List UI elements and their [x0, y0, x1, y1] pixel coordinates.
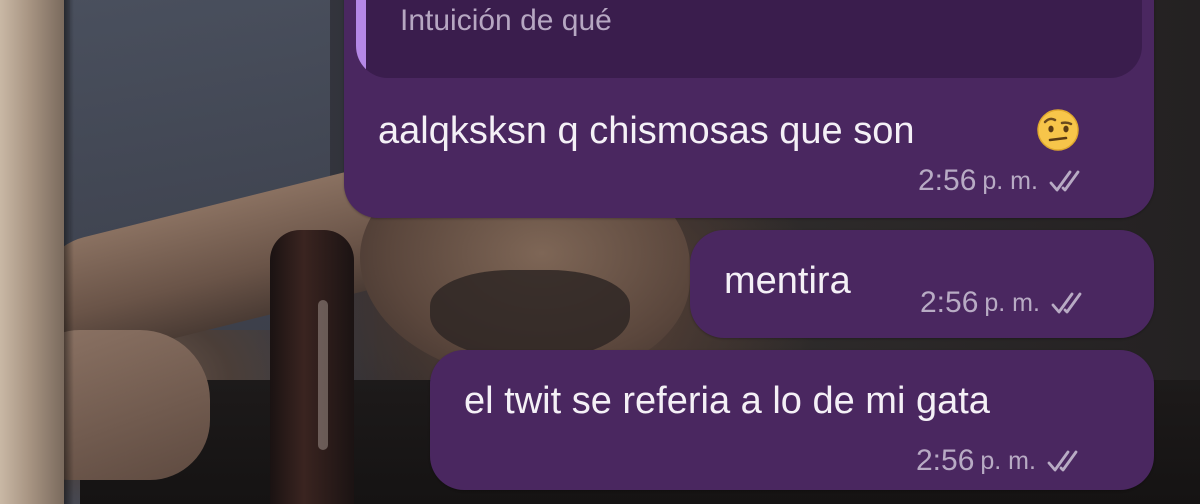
message-time: 2:56 — [918, 164, 977, 197]
outgoing-message-bubble[interactable]: el twit se referia a lo de mi gata 2:56 … — [430, 350, 1154, 490]
outgoing-message-bubble[interactable]: mentira 2:56 p. m. — [690, 230, 1154, 338]
read-double-check-icon — [1047, 450, 1078, 472]
message-meta: 2:56 p. m. — [916, 444, 1084, 478]
message-period: p. m. — [984, 288, 1040, 317]
message-text: mentira — [724, 260, 851, 302]
read-double-check-icon — [1051, 292, 1082, 314]
message-time: 2:56 — [920, 286, 979, 319]
message-meta: 2:56 p. m. — [918, 164, 1086, 198]
face-with-raised-eyebrow-icon — [1037, 109, 1079, 151]
message-time: 2:56 — [916, 444, 975, 477]
message-text: el twit se referia a lo de mi gata — [464, 380, 990, 422]
message-list[interactable]: Intuición de qué aalqksksn q chismosas q… — [0, 0, 1200, 504]
message-text: aalqksksn q chismosas que son — [378, 110, 915, 152]
outgoing-message-bubble[interactable]: Intuición de qué aalqksksn q chismosas q… — [344, 0, 1154, 218]
quoted-reply-bar — [356, 0, 366, 78]
read-double-check-icon — [1049, 170, 1080, 192]
message-period: p. m. — [980, 446, 1036, 475]
quoted-reply[interactable]: Intuición de qué — [356, 0, 1142, 78]
message-meta: 2:56 p. m. — [920, 286, 1088, 320]
quoted-reply-text: Intuición de qué — [400, 4, 612, 37]
message-period: p. m. — [982, 166, 1038, 195]
